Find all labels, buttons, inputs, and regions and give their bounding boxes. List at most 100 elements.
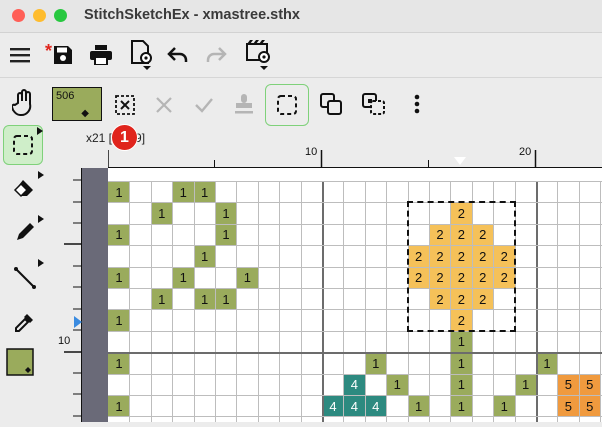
stitch-cell[interactable]: 4: [322, 395, 344, 417]
stitch-cell[interactable]: 1: [193, 245, 216, 268]
clear-selection-button[interactable]: [114, 94, 136, 116]
title-bar: StitchSketchEx - xmastree.sthx: [0, 0, 602, 33]
main-toolbar: *: [0, 33, 602, 78]
grid-line: [279, 181, 281, 422]
stitch-cell[interactable]: 1: [150, 202, 173, 225]
copy-button[interactable]: [319, 92, 343, 116]
eyedropper-icon: [15, 314, 33, 332]
stitch-cell[interactable]: 1: [215, 202, 237, 225]
grid-line: [108, 245, 602, 247]
stitch-cell[interactable]: 1: [514, 373, 537, 396]
stamp-button[interactable]: [233, 92, 255, 116]
stitch-cell[interactable]: 1: [193, 181, 216, 203]
confirm-button[interactable]: [193, 94, 215, 116]
clear-selection-icon: [115, 95, 135, 115]
document-settings-button[interactable]: [128, 39, 156, 73]
select-tool[interactable]: [3, 125, 43, 165]
stitch-cell[interactable]: 5: [578, 373, 601, 396]
stitch-cell[interactable]: 1: [172, 266, 195, 289]
print-button[interactable]: [88, 43, 114, 67]
stitch-cell[interactable]: 1: [108, 223, 130, 246]
stitch-cell[interactable]: 1: [108, 266, 130, 289]
grid-line: [129, 181, 131, 422]
pen-icon: [17, 223, 34, 240]
stitch-cell[interactable]: 1: [150, 288, 173, 310]
stitch-cell[interactable]: 4: [364, 395, 387, 417]
pen-tool[interactable]: [10, 215, 44, 245]
line-tool[interactable]: [10, 259, 44, 293]
grid-line: [193, 181, 195, 422]
stitch-cell[interactable]: 4: [343, 395, 366, 417]
stitch-grid[interactable]: 1111121122212222211122222111222121111141…: [108, 181, 602, 422]
stitch-cell[interactable]: 4: [343, 373, 366, 396]
redo-button[interactable]: [204, 43, 228, 67]
grid-line: [386, 181, 388, 422]
grid-line: [600, 181, 602, 422]
ruler-label-10: 10: [305, 146, 318, 158]
stitch-cell[interactable]: 1: [450, 395, 473, 417]
zoom-window-button[interactable]: [54, 9, 67, 22]
palette-color-button[interactable]: 506 ◆: [52, 87, 102, 121]
stitch-cell[interactable]: 1: [108, 395, 130, 417]
stitch-cell[interactable]: 1: [193, 288, 216, 310]
print-icon: [90, 45, 112, 65]
minimize-window-button[interactable]: [33, 9, 46, 22]
stitch-cell[interactable]: 1: [386, 373, 409, 396]
line-icon: [14, 267, 36, 289]
stitch-cell[interactable]: 1: [493, 395, 516, 417]
stitch-cell[interactable]: 5: [578, 395, 601, 417]
stitch-cell[interactable]: 1: [215, 288, 237, 310]
stitch-cell[interactable]: 5: [557, 395, 580, 417]
movie-settings-icon: [246, 40, 270, 70]
stitch-cell[interactable]: 1: [236, 266, 259, 289]
redo-icon: [206, 47, 227, 62]
grid-line: [536, 181, 538, 422]
left-ruler: 10: [52, 168, 82, 422]
eraser-tool[interactable]: [10, 171, 44, 201]
grid-line: [578, 181, 580, 422]
grid-line: [108, 288, 602, 289]
grid-line: [322, 181, 324, 422]
select-rect-icon: [277, 95, 297, 115]
ruler-label-20: 20: [519, 146, 532, 158]
save-icon: [54, 46, 72, 64]
grid-line: [108, 352, 602, 355]
current-color-swatch[interactable]: [6, 348, 34, 376]
stitch-cell[interactable]: 1: [536, 352, 558, 375]
grid-line: [108, 373, 602, 375]
color-code: 506: [56, 90, 75, 102]
cancel-button[interactable]: [153, 94, 175, 116]
ruler-label-row-10: 10: [58, 335, 71, 347]
stitch-cell[interactable]: 1: [172, 181, 195, 203]
grid-top-margin: [108, 168, 602, 181]
stitch-cell[interactable]: 5: [557, 373, 580, 396]
duplicate-button[interactable]: [361, 92, 387, 116]
stitch-cell[interactable]: 1: [450, 330, 473, 353]
hand-tool[interactable]: [10, 88, 38, 118]
rect-select-button[interactable]: [265, 84, 309, 126]
save-button[interactable]: *: [44, 41, 76, 67]
stitch-cell[interactable]: 1: [364, 352, 387, 375]
movie-settings-button[interactable]: [244, 39, 274, 73]
close-window-button[interactable]: [12, 9, 25, 22]
hand-icon: [12, 89, 32, 117]
grid-line: [300, 181, 302, 422]
selection-rectangle[interactable]: [406, 201, 516, 332]
grid-line: [257, 181, 259, 422]
stitch-cell[interactable]: 1: [108, 309, 130, 332]
eyedropper-tool[interactable]: [10, 309, 38, 337]
menu-icon[interactable]: [9, 45, 31, 65]
grid-line: [108, 309, 602, 311]
stitch-cell[interactable]: 1: [108, 352, 130, 375]
stitch-cell[interactable]: 1: [450, 373, 473, 396]
tool-sidebar: [0, 78, 46, 422]
grid-line: [108, 395, 602, 396]
color-symbol: ◆: [81, 108, 89, 119]
undo-button[interactable]: [166, 43, 190, 67]
stitch-cell[interactable]: 1: [407, 395, 430, 417]
stitch-cell[interactable]: 1: [215, 223, 237, 246]
more-button[interactable]: [407, 92, 427, 116]
stitch-cell[interactable]: 1: [108, 181, 130, 203]
stitch-cell[interactable]: 1: [450, 352, 473, 375]
grid-line: [108, 330, 602, 332]
